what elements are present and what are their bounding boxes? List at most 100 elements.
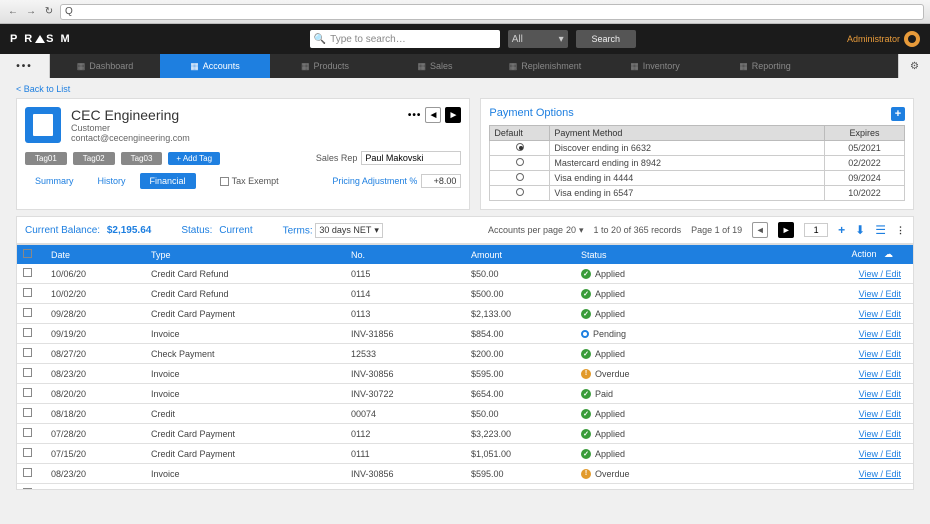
payment-row[interactable]: Mastercard ending in 894202/2022 [490,156,905,171]
row-checkbox[interactable] [23,288,32,297]
view-edit-link[interactable]: View / Edit [859,389,901,399]
download-button[interactable]: ⬇ [855,223,865,237]
panel-prev-button[interactable]: ◄ [425,107,441,123]
table-row: 08/27/20Check Payment12533$200.00✓ Appli… [17,344,913,364]
view-edit-link[interactable]: View / Edit [859,349,901,359]
sales-rep-label: Sales Rep [316,153,358,163]
search-button[interactable]: Search [576,30,636,48]
page-label: Page 1 of 19 [691,225,742,235]
browser-back-icon[interactable]: ← [6,5,20,19]
cell-type: Credit Card Payment [145,304,345,324]
cell-no: 00074 [345,404,465,424]
table-row: 07/15/20Credit Card Payment0111$1,051.00… [17,444,913,464]
view-edit-link[interactable]: View / Edit [859,369,901,379]
add-tag-button[interactable]: + Add Tag [168,152,220,165]
view-edit-link[interactable]: View / Edit [859,289,901,299]
view-edit-link[interactable]: View / Edit [859,409,901,419]
row-checkbox[interactable] [23,308,32,317]
cell-date: 10/02/20 [45,284,145,304]
page-input[interactable] [804,223,828,237]
sales-rep-input[interactable] [361,151,461,165]
nav-more-button[interactable]: ••• [0,54,50,78]
view-edit-link[interactable]: View / Edit [859,469,901,479]
nav-tab-reporting[interactable]: ▦ Reporting [710,54,820,78]
row-checkbox[interactable] [23,388,32,397]
cell-type: Check Payment [145,344,345,364]
terms-select[interactable]: 30 days NET ▾ [315,223,383,238]
filter-button[interactable]: ☰ [875,223,886,237]
view-edit-link[interactable]: View / Edit [859,269,901,279]
page-prev-button[interactable]: ◄ [752,222,768,238]
add-row-button[interactable]: + [838,223,845,237]
payment-method: Visa ending in 6547 [550,186,825,201]
global-search-input[interactable]: 🔍 Type to search… [310,30,500,48]
avatar-icon [904,31,920,47]
nav-tab-icon: ▦ [739,61,748,72]
per-page-select[interactable]: Accounts per page 20 ▾ [488,225,584,236]
table-more-button[interactable]: ⋮ [896,225,905,236]
col-header: Type [145,245,345,264]
view-edit-link[interactable]: View / Edit [859,429,901,439]
cell-no: INV-30856 [345,364,465,384]
nav-tab-products[interactable]: ▦ Products [270,54,380,78]
subtab-financial[interactable]: Financial [140,173,196,189]
cell-status: ✓ Applied [581,349,709,359]
pricing-adj-label: Pricing Adjustment % [332,176,417,186]
tag[interactable]: Tag03 [121,152,163,165]
back-to-list-link[interactable]: < Back to List [16,84,70,94]
nav-tab-icon: ▦ [509,61,518,72]
page-next-button[interactable]: ► [778,222,794,238]
search-filter-select[interactable]: All▾ [508,30,568,48]
cell-type: Invoice [145,464,345,484]
subtab-history[interactable]: History [88,173,136,189]
nav-tab-replenishment[interactable]: ▦ Replenishment [490,54,600,78]
panel-next-button[interactable]: ► [445,107,461,123]
cloud-icon[interactable]: ☁ [884,249,893,259]
nav-tab-inventory[interactable]: ▦ Inventory [600,54,710,78]
row-checkbox[interactable] [23,468,32,477]
select-all-checkbox[interactable] [23,249,32,258]
default-radio[interactable] [516,158,524,166]
add-payment-button[interactable]: + [891,107,905,121]
payment-expires: 10/2022 [825,186,905,201]
row-checkbox[interactable] [23,368,32,377]
subtab-summary[interactable]: Summary [25,173,84,189]
default-radio[interactable] [516,143,524,151]
settings-button[interactable]: ⚙ [898,54,930,78]
tag[interactable]: Tag02 [73,152,115,165]
pricing-adj-value[interactable]: +8.00 [421,174,461,188]
nav-tab-sales[interactable]: ▦ Sales [380,54,490,78]
row-checkbox[interactable] [23,348,32,357]
payment-row[interactable]: Visa ending in 654710/2022 [490,186,905,201]
view-edit-link[interactable]: View / Edit [859,309,901,319]
browser-reload-icon[interactable]: ↻ [42,5,56,19]
tax-exempt-checkbox[interactable]: Tax Exempt [220,176,279,186]
cell-type: Invoice [145,324,345,344]
nav-tab-dashboard[interactable]: ▦ Dashboard [50,54,160,78]
nav-tab-icon: ▦ [301,61,310,72]
status-value: Current [219,225,252,236]
payment-row[interactable]: Discover ending in 663205/2021 [490,141,905,156]
row-checkbox[interactable] [23,448,32,457]
view-edit-link[interactable]: View / Edit [859,449,901,459]
row-checkbox[interactable] [23,268,32,277]
payment-row[interactable]: Visa ending in 444409/2024 [490,171,905,186]
admin-user[interactable]: Administrator [847,31,920,47]
default-radio[interactable] [516,173,524,181]
row-checkbox[interactable] [23,408,32,417]
tag[interactable]: Tag01 [25,152,67,165]
row-checkbox[interactable] [23,428,32,437]
cell-date: 08/20/20 [45,484,145,491]
address-bar[interactable]: Q [60,4,924,20]
row-checkbox[interactable] [23,328,32,337]
row-checkbox[interactable] [23,488,32,490]
view-edit-link[interactable]: View / Edit [859,489,901,491]
chevron-down-icon: ▾ [559,34,564,45]
nav-tab-accounts[interactable]: ▦ Accounts [160,54,270,78]
view-edit-link[interactable]: View / Edit [859,329,901,339]
browser-fwd-icon[interactable]: → [24,5,38,19]
customer-name: CEC Engineering [71,107,190,123]
nav-tab-icon: ▦ [417,61,426,72]
default-radio[interactable] [516,188,524,196]
panel-more-icon[interactable]: ••• [408,110,422,121]
